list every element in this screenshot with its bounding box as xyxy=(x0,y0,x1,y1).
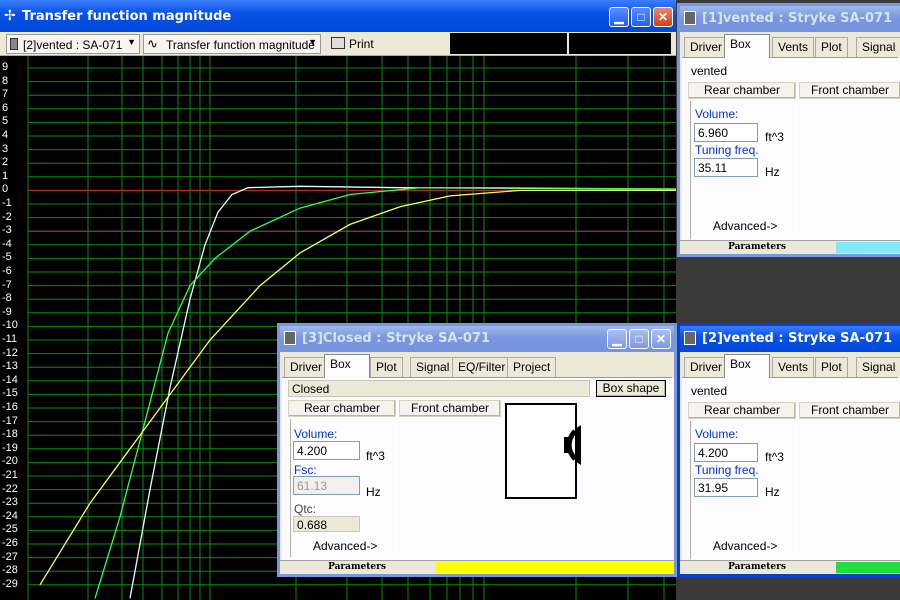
speaker-icon xyxy=(684,331,696,345)
fsc-input: 61.13 xyxy=(293,476,360,495)
vented1-statusbar: Parameters xyxy=(680,240,900,254)
fsc-unit: Hz xyxy=(366,485,381,499)
tab-box[interactable]: Box xyxy=(724,34,770,58)
tab-project[interactable]: Project xyxy=(507,357,557,377)
box-shape-button[interactable]: Box shape xyxy=(596,380,666,397)
vented2-window: [2]vented : Stryke SA-071 Driver Box Ven… xyxy=(677,323,900,577)
print-button[interactable]: Print xyxy=(328,34,380,54)
main-titlebar[interactable]: ✢ Transfer function magnitude ▁ □ ✕ xyxy=(0,0,676,32)
status-display-2 xyxy=(569,33,671,54)
qtc-label: Qtc: xyxy=(294,502,317,516)
minimize-icon[interactable]: ▁ xyxy=(609,7,629,27)
tuning-input[interactable]: 35.11 xyxy=(694,158,758,177)
volume-unit: ft^3 xyxy=(765,450,784,464)
volume-label: Volume: xyxy=(294,427,338,441)
status-label: Parameters xyxy=(328,562,386,572)
tab-signal[interactable]: Signal xyxy=(856,357,900,377)
volume-label: Volume: xyxy=(695,107,739,121)
rear-chamber-button[interactable]: Rear chamber xyxy=(688,82,796,99)
driver-icon xyxy=(564,425,581,465)
close-icon[interactable]: ✕ xyxy=(653,7,673,27)
chevron-down-icon: ▼ xyxy=(127,37,136,47)
tab-vents[interactable]: Vents xyxy=(772,357,815,377)
front-chamber-button[interactable]: Front chamber xyxy=(799,82,900,99)
tab-plot[interactable]: Plot xyxy=(815,357,848,377)
tab-driver[interactable]: Driver xyxy=(684,37,728,57)
view-select-value: Transfer function magnitude xyxy=(166,38,315,52)
tab-signal[interactable]: Signal xyxy=(410,357,456,377)
tab-box[interactable]: Box xyxy=(724,354,770,378)
volume-unit: ft^3 xyxy=(366,449,385,463)
status-indicator xyxy=(436,562,674,573)
driver-select[interactable]: [2]vented : SA-071 ▼ xyxy=(6,34,140,54)
vented2-tabs: Driver Box Vents Plot Signal xyxy=(682,354,900,378)
status-indicator xyxy=(836,562,900,573)
volume-input[interactable]: 4.200 xyxy=(293,441,360,460)
crosshair-icon: ✢ xyxy=(4,7,16,23)
speaker-icon xyxy=(10,38,18,50)
tuning-label: Tuning freq. xyxy=(695,143,759,157)
speaker-icon xyxy=(284,331,296,345)
vented2-title: [2]vented : Stryke SA-071 xyxy=(702,331,893,346)
tab-plot[interactable]: Plot xyxy=(815,37,848,57)
status-indicator xyxy=(836,242,900,253)
vented1-title: [1]vented : Stryke SA-071 xyxy=(702,11,893,26)
tab-eq-filter[interactable]: EQ/Filter xyxy=(452,357,512,377)
tuning-label: Tuning freq. xyxy=(695,463,759,477)
front-chamber-button[interactable]: Front chamber xyxy=(799,402,900,419)
rear-chamber-button[interactable]: Rear chamber xyxy=(688,402,796,419)
tab-vents[interactable]: Vents xyxy=(772,37,815,57)
closed3-tabs: Driver Box Plot Signal EQ/Filter Project xyxy=(282,354,672,378)
tuning-unit: Hz xyxy=(765,485,780,499)
closed3-title: [3]Closed : Stryke SA-071 xyxy=(302,331,491,346)
box-type-field: Closed xyxy=(288,380,590,397)
vented2-statusbar: Parameters xyxy=(680,560,900,574)
main-toolbar: [2]vented : SA-071 ▼ ∿ Transfer function… xyxy=(0,32,676,56)
closed3-statusbar: Parameters xyxy=(280,560,674,574)
volume-input[interactable]: 4.200 xyxy=(694,443,758,462)
tuning-unit: Hz xyxy=(765,165,780,179)
tab-driver[interactable]: Driver xyxy=(284,357,328,377)
status-display-1 xyxy=(450,33,567,54)
vented1-tabs: Driver Box Vents Plot Signal xyxy=(682,34,900,58)
speaker-icon xyxy=(684,11,696,25)
tab-signal[interactable]: Signal xyxy=(856,37,900,57)
chevron-down-icon: ▼ xyxy=(308,37,317,47)
minimize-icon[interactable]: ▁ xyxy=(607,329,627,349)
close-icon[interactable]: ✕ xyxy=(651,329,671,349)
view-select[interactable]: ∿ Transfer function magnitude ▼ xyxy=(143,34,321,54)
advanced-button[interactable]: Advanced-> xyxy=(713,539,777,553)
closed-box-diagram xyxy=(505,403,581,499)
qtc-value: 0.688 xyxy=(293,516,360,532)
closed3-titlebar[interactable]: [3]Closed : Stryke SA-071 ▁ □ ✕ xyxy=(280,326,674,352)
volume-label: Volume: xyxy=(695,427,739,441)
volume-unit: ft^3 xyxy=(765,130,784,144)
box-type-field: vented xyxy=(691,384,728,398)
tuning-input[interactable]: 31.95 xyxy=(694,478,758,497)
rear-chamber-button[interactable]: Rear chamber xyxy=(288,400,396,417)
maximize-icon[interactable]: □ xyxy=(629,329,649,349)
vented2-titlebar[interactable]: [2]vented : Stryke SA-071 xyxy=(680,326,900,352)
box-type-field: vented xyxy=(691,64,728,78)
front-chamber-button[interactable]: Front chamber xyxy=(399,400,501,417)
advanced-button[interactable]: Advanced-> xyxy=(313,539,377,553)
vented1-window: [1]vented : Stryke SA-071 Driver Box Ven… xyxy=(677,3,900,257)
maximize-icon[interactable]: □ xyxy=(631,7,651,27)
printer-icon xyxy=(331,37,345,49)
tab-box[interactable]: Box xyxy=(324,354,370,378)
waveform-icon: ∿ xyxy=(147,36,158,51)
advanced-button[interactable]: Advanced-> xyxy=(713,219,777,233)
status-label: Parameters xyxy=(728,242,786,252)
main-window-title: Transfer function magnitude xyxy=(22,9,232,24)
fsc-label: Fsc: xyxy=(294,463,317,477)
volume-input[interactable]: 6.960 xyxy=(694,123,758,142)
driver-select-value: [2]vented : SA-071 xyxy=(23,38,123,52)
vented1-titlebar[interactable]: [1]vented : Stryke SA-071 xyxy=(680,6,900,32)
print-label: Print xyxy=(349,37,374,51)
closed3-window: [3]Closed : Stryke SA-071 ▁ □ ✕ Driver B… xyxy=(277,323,677,577)
tab-driver[interactable]: Driver xyxy=(684,357,728,377)
tab-plot[interactable]: Plot xyxy=(370,357,403,377)
status-label: Parameters xyxy=(728,562,786,572)
